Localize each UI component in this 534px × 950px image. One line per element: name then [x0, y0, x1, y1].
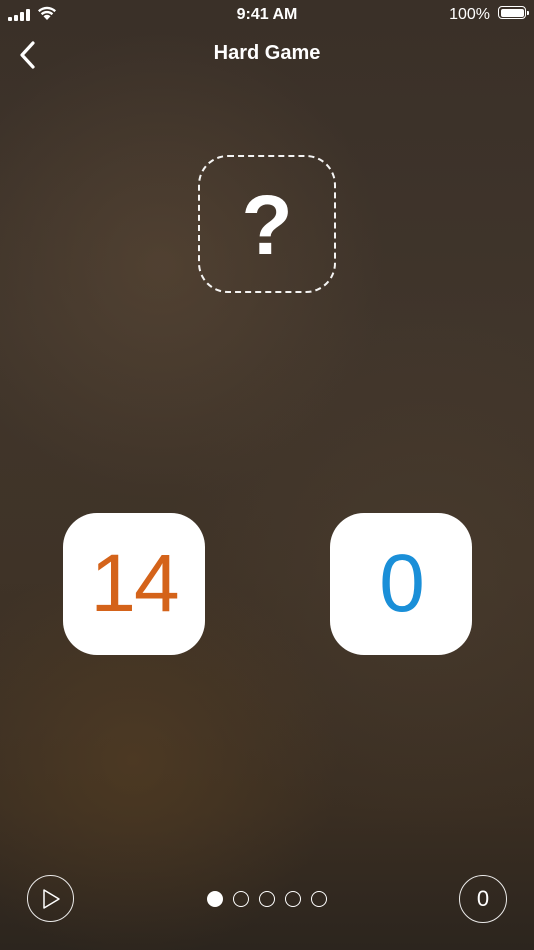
play-icon: [42, 888, 60, 909]
tile-value: 0: [379, 538, 425, 629]
page-indicator: [207, 891, 327, 907]
status-bar: 9:41 AM 100%: [0, 0, 534, 30]
question-mark: ?: [241, 178, 293, 272]
number-tile-left[interactable]: 14: [63, 513, 205, 655]
score-value: 0: [476, 886, 490, 911]
battery-full-icon: [498, 6, 529, 19]
play-button[interactable]: [27, 875, 74, 922]
battery-percent: 100%: [449, 6, 490, 23]
page-dot[interactable]: [311, 891, 327, 907]
tile-value: 14: [90, 538, 179, 629]
number-tile-right[interactable]: 0: [330, 513, 472, 655]
mystery-card: ?: [198, 155, 336, 293]
score-button[interactable]: 0: [459, 875, 507, 923]
page-title: Hard Game: [213, 42, 321, 64]
page-dot[interactable]: [207, 891, 223, 907]
page-dot[interactable]: [233, 891, 249, 907]
page-dot[interactable]: [285, 891, 301, 907]
page-dot[interactable]: [259, 891, 275, 907]
